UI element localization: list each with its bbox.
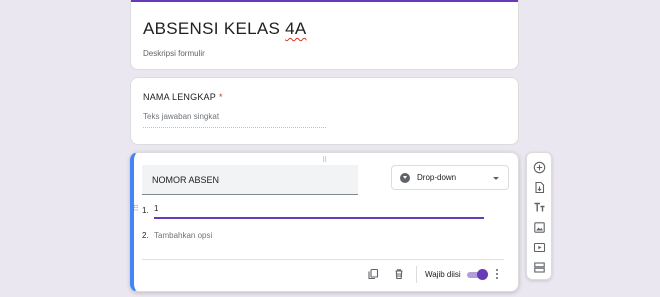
option-number: 2. — [142, 231, 149, 240]
required-star: * — [218, 92, 223, 102]
footer-vertical-divider — [416, 266, 417, 283]
required-toggle[interactable] — [465, 269, 489, 280]
required-label: Wajib diisi — [425, 270, 461, 279]
add-option-button[interactable]: Tambahkan opsi — [154, 231, 212, 240]
drag-handle-icon[interactable]: ⠿ — [322, 156, 327, 164]
side-toolbar — [526, 152, 552, 280]
footer-divider — [142, 259, 504, 260]
option-number: 1. — [142, 206, 149, 215]
add-image-icon[interactable] — [533, 221, 546, 234]
form-title-misspelled: 4A — [285, 19, 307, 38]
more-options-icon[interactable] — [496, 269, 499, 280]
duplicate-icon[interactable] — [367, 268, 379, 280]
question-title-text: NAMA LENGKAP — [143, 92, 216, 102]
caret-down-icon — [493, 177, 499, 180]
dropdown-type-icon — [400, 173, 410, 183]
import-question-icon[interactable] — [533, 181, 546, 194]
form-title-card[interactable]: ABSENSI KELAS 4A Deskripsi formulir — [130, 0, 519, 70]
option-input[interactable]: 1 — [154, 204, 484, 219]
short-answer-placeholder: Teks jawaban singkat — [143, 112, 326, 128]
question-card-active[interactable]: ⠿ NOMOR ABSEN Drop-down ⠿ 1. 1 2. Tambah… — [130, 152, 519, 292]
add-section-icon[interactable] — [533, 261, 546, 274]
toggle-knob — [477, 269, 488, 280]
question-title-input[interactable]: NOMOR ABSEN — [142, 165, 358, 195]
form-title[interactable]: ABSENSI KELAS 4A — [143, 19, 307, 39]
question-title-value: NOMOR ABSEN — [152, 175, 220, 185]
form-title-text: ABSENSI KELAS — [143, 19, 286, 38]
add-question-icon[interactable] — [533, 161, 546, 174]
delete-icon[interactable] — [393, 268, 405, 280]
form-description-input[interactable]: Deskripsi formulir — [143, 49, 205, 58]
option-drag-handle-icon[interactable]: ⠿ — [133, 205, 139, 213]
question-card-name[interactable]: NAMA LENGKAP * Teks jawaban singkat — [130, 77, 519, 145]
question-type-dropdown[interactable]: Drop-down — [391, 165, 509, 190]
question-type-label: Drop-down — [417, 173, 457, 182]
question-title: NAMA LENGKAP * — [143, 92, 223, 102]
add-title-icon[interactable] — [533, 201, 546, 214]
add-video-icon[interactable] — [533, 241, 546, 254]
